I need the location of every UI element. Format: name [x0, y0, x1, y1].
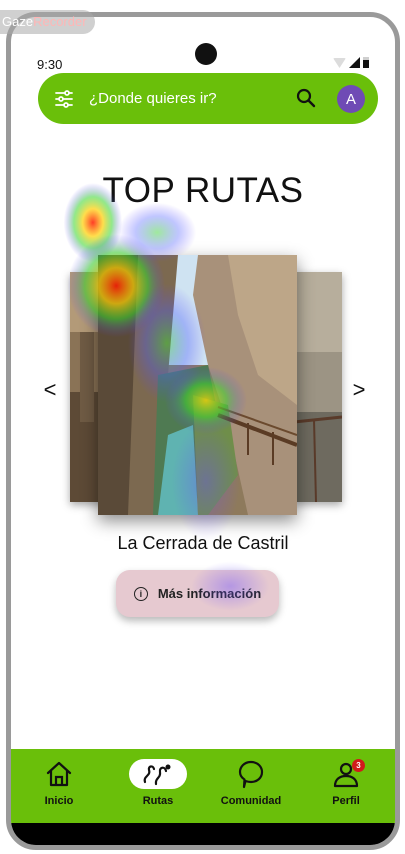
- nav-label-inicio: Inicio: [44, 795, 74, 807]
- nav-label-rutas: Rutas: [142, 795, 174, 807]
- system-navigation-bar: [11, 823, 395, 845]
- filter-sliders-icon[interactable]: [54, 89, 74, 109]
- nav-label-comunidad: Comunidad: [220, 795, 282, 807]
- route-name: La Cerrada de Castril: [117, 533, 289, 553]
- camera-cutout: [195, 43, 217, 65]
- bottom-nav: Inicio Rutas Comunidad 3 Perfil: [11, 749, 395, 823]
- nav-item-inicio[interactable]: Inicio: [14, 749, 104, 823]
- nav-item-rutas[interactable]: Rutas: [113, 749, 203, 823]
- hiking-route-icon: [143, 764, 171, 786]
- notification-badge: 3: [352, 759, 365, 772]
- nav-item-comunidad[interactable]: Comunidad: [206, 749, 296, 823]
- route-photo-current: [98, 255, 297, 515]
- carousel-next-button[interactable]: >: [347, 375, 371, 405]
- avatar[interactable]: A: [337, 85, 365, 113]
- more-info-label: Más información: [157, 586, 262, 601]
- page-title: TOP RUTAS: [102, 171, 304, 210]
- battery-icon: [363, 57, 369, 68]
- chat-bubble-icon: [238, 760, 264, 789]
- home-icon: [46, 761, 72, 787]
- carousel-card-current[interactable]: [98, 255, 297, 515]
- info-icon: i: [133, 586, 148, 601]
- wifi-icon: [333, 58, 346, 68]
- avatar-letter: A: [345, 90, 356, 108]
- nav-label-perfil: Perfil: [332, 795, 360, 807]
- status-time: 9:30: [37, 57, 63, 72]
- search-input[interactable]: ¿Donde quieres ir?: [89, 90, 217, 107]
- route-photo-next: [294, 272, 342, 502]
- search-bar[interactable]: ¿Donde quieres ir? A: [38, 73, 378, 124]
- phone-frame: 9:30 ¿Donde quieres ir? A TOP RUTAS < > …: [6, 12, 400, 850]
- carousel-prev-button[interactable]: <: [38, 375, 62, 405]
- status-icons: [333, 57, 369, 68]
- recorder-watermark: GazeRecorder: [0, 10, 95, 34]
- route-carousel[interactable]: < >: [11, 247, 395, 547]
- carousel-card-next[interactable]: [294, 272, 342, 502]
- signal-icon: [349, 57, 360, 68]
- search-icon[interactable]: [295, 87, 317, 109]
- more-info-button[interactable]: i Más información: [116, 570, 279, 617]
- nav-item-perfil[interactable]: 3 Perfil: [301, 749, 391, 823]
